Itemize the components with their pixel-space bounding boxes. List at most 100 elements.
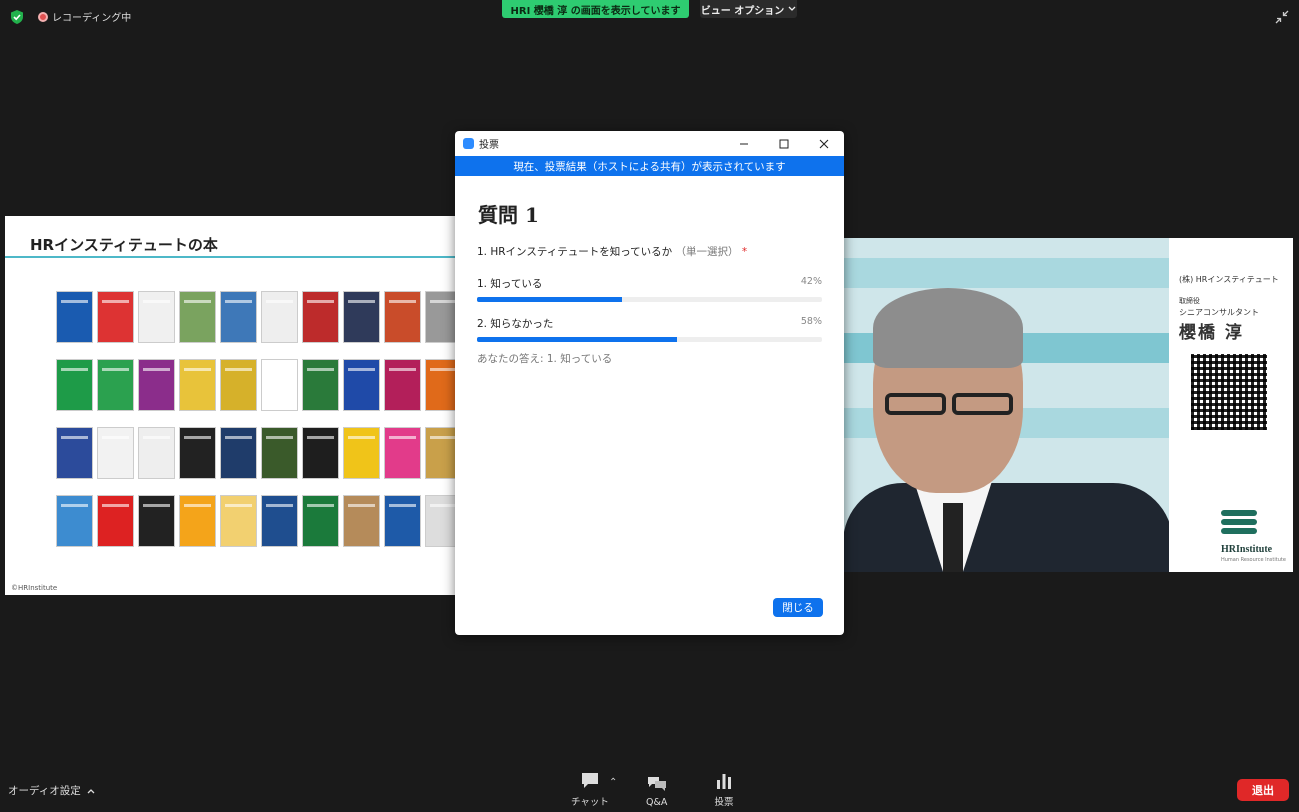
book-cover [56,359,93,411]
book-cover [220,495,257,547]
qr-code [1191,354,1267,430]
book-cover [261,291,298,343]
book-cover [343,495,380,547]
minimize-button[interactable] [724,131,764,156]
book-cover [302,495,339,547]
exit-fullscreen-icon[interactable] [1275,10,1289,24]
speaker-tie [943,503,963,572]
close-poll-button[interactable]: 閉じる [773,598,823,617]
book-cover [302,291,339,343]
recording-indicator[interactable]: レコーディング中 [38,9,131,24]
book-cover [56,427,93,479]
speaker-suit [843,483,1173,572]
poll-option: 2. 知らなかった 58% [477,316,822,342]
poll-results-banner: 現在、投票結果（ホストによる共有）が表示されています [455,156,844,176]
book-cover [179,427,216,479]
chat-options-chevron-icon[interactable]: ⌃ [609,777,617,788]
book-cover [97,359,134,411]
dialog-titlebar[interactable]: 投票 [455,131,844,156]
required-mark: * [741,246,748,258]
option-percent: 42% [800,276,822,287]
close-window-button[interactable] [804,131,844,156]
book-cover [179,495,216,547]
card-company: (株) HRインスティテュート [1179,275,1279,284]
book-cover [220,291,257,343]
poll-option: 1. 知っている 42% [477,276,822,302]
audio-settings-label: オーディオ設定 [8,785,81,797]
question-text: 1. HRインスティテュートを知っているか （単一選択） * [477,244,747,259]
option-percent: 58% [800,316,822,327]
qa-button[interactable]: Q&A [646,775,667,808]
poll-button[interactable]: 投票 [714,772,734,808]
poll-icon [717,774,731,789]
option-label: 1. 知っている [477,278,543,290]
book-cover [384,291,421,343]
speaker-video[interactable]: (株) HRインスティテュート 取締役 シニアコンサルタント 櫻橋 淳 HRIn… [843,238,1293,572]
audio-settings-button[interactable]: オーディオ設定 [8,783,95,798]
chat-label: チャット [571,797,609,808]
chevron-up-icon [87,788,95,793]
card-role: シニアコンサルタント [1179,308,1259,317]
maximize-icon [779,139,789,148]
chat-icon [581,773,598,788]
book-cover [425,495,457,547]
minimize-icon [740,143,748,144]
book-cover [261,427,298,479]
book-cover [179,359,216,411]
book-grid [56,291,457,547]
zoom-app-icon [463,138,474,149]
chevron-down-icon [788,6,796,11]
book-cover [138,427,175,479]
card-brand: HRInstitute [1221,544,1273,555]
book-cover [384,495,421,547]
shield-icon[interactable] [10,10,24,24]
qa-icon [647,777,666,791]
book-cover [302,427,339,479]
book-cover [220,359,257,411]
result-bar [477,337,822,342]
book-cover [261,495,298,547]
book-cover [384,359,421,411]
poll-label: 投票 [714,797,734,808]
slide-copyright: ©HRInstitute [11,584,58,592]
book-cover [56,495,93,547]
recording-label: レコーディング中 [52,13,132,24]
book-cover [97,427,134,479]
book-cover [138,359,175,411]
card-brand-sub: Human Resource Institute [1221,557,1286,563]
book-cover [138,495,175,547]
screen-share-banner: HRI 櫻橋 淳 の画面を表示しています [502,0,689,18]
book-cover [56,291,93,343]
book-cover [179,291,216,343]
poll-dialog: 投票 現在、投票結果（ホストによる共有）が表示されています 質問 1 1. HR… [455,131,844,635]
close-icon [819,139,829,148]
shared-slide: HRインスティテュートの本 ©HRInstitute [5,216,457,595]
option-label: 2. 知らなかった [477,318,554,330]
book-cover [425,291,457,343]
leave-button[interactable]: 退出 [1237,779,1289,801]
book-cover [343,359,380,411]
book-cover [302,359,339,411]
slide-divider [5,256,457,258]
background-stripe [843,258,1173,288]
card-name: 櫻橋 淳 [1179,323,1244,343]
chat-button[interactable]: チャット [571,772,609,808]
qa-label: Q&A [646,797,668,808]
question-label: 1. HRインスティテュートを知っているか [477,246,673,258]
book-cover [425,359,457,411]
maximize-button[interactable] [764,131,804,156]
result-bar [477,297,822,302]
question-mode: （単一選択） [675,246,739,258]
book-cover [343,291,380,343]
book-cover [97,291,134,343]
book-cover [425,427,457,479]
your-answer: あなたの答え: 1. 知っている [477,353,613,365]
card-role: 取締役 [1179,297,1200,305]
view-options-button[interactable]: ビュー オプション [700,0,797,18]
slide-title: HRインスティテュートの本 [30,236,218,254]
book-cover [97,495,134,547]
book-cover [384,427,421,479]
book-cover [343,427,380,479]
book-cover [220,427,257,479]
dialog-title: 投票 [479,140,499,151]
